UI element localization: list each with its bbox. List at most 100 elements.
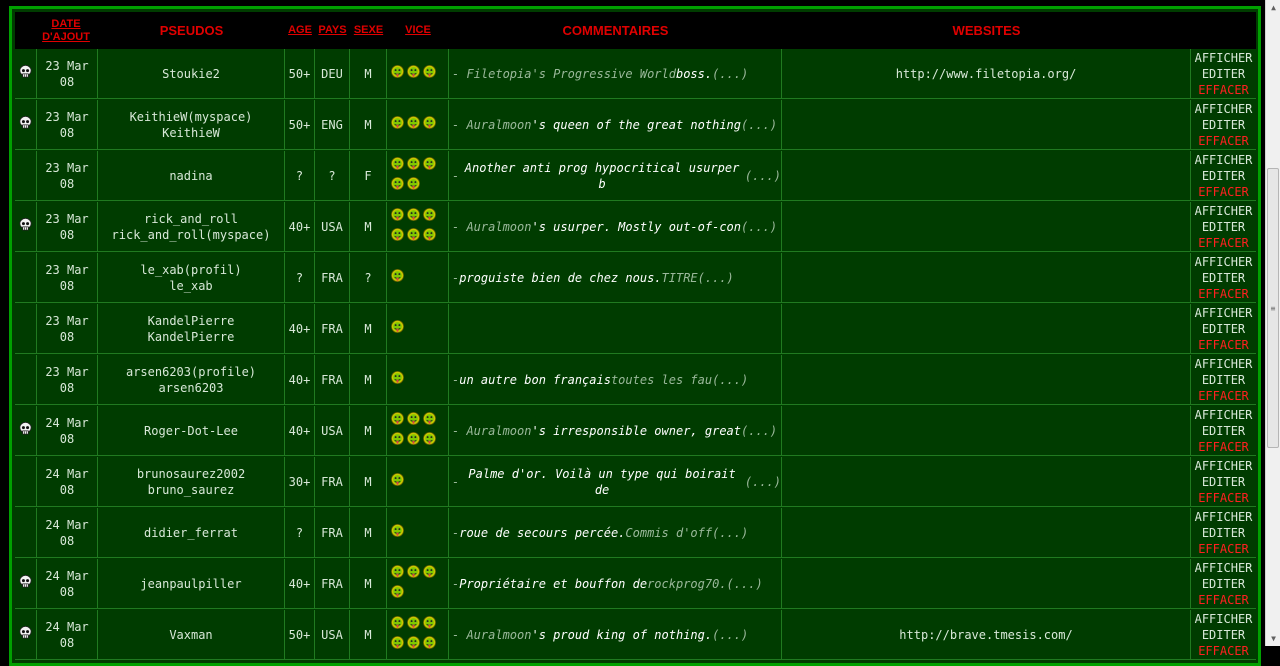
editer-link[interactable]: EDITER bbox=[1202, 474, 1245, 490]
effacer-link[interactable]: EFFACER bbox=[1198, 592, 1249, 608]
skull-cell bbox=[15, 559, 37, 609]
editer-link[interactable]: EDITER bbox=[1202, 168, 1245, 184]
pseudo-secondary: KandelPierre bbox=[147, 329, 235, 344]
vice-smiley-icon bbox=[390, 227, 405, 246]
website-link[interactable]: http://brave.tmesis.com/ bbox=[899, 627, 1072, 643]
sexe-cell: M bbox=[350, 355, 387, 405]
vice-smiley-icon bbox=[406, 156, 421, 175]
skull-cell bbox=[15, 508, 37, 558]
vice-smiley-icon bbox=[422, 64, 437, 83]
sexe-cell: M bbox=[350, 559, 387, 609]
effacer-link[interactable]: EFFACER bbox=[1198, 490, 1249, 506]
comment-cell: - Propriétaire et bouffon de rockprog70.… bbox=[449, 559, 782, 609]
header-age[interactable]: AGE bbox=[285, 12, 315, 49]
table-row: 24 Mar 08 jeanpaulpiller 40+ FRA M - Propriéta… bbox=[15, 559, 1256, 610]
effacer-link[interactable]: EFFACER bbox=[1198, 82, 1249, 98]
date-cell: 23 Mar 08 bbox=[37, 253, 98, 303]
afficher-link[interactable]: AFFICHER bbox=[1195, 203, 1253, 219]
effacer-link[interactable]: EFFACER bbox=[1198, 337, 1249, 353]
comment-more[interactable]: rockprog70.(...) bbox=[647, 576, 763, 592]
editer-link[interactable]: EDITER bbox=[1202, 576, 1245, 592]
editer-link[interactable]: EDITER bbox=[1202, 525, 1245, 541]
comment-cell: - Palme d'or. Voilà un type qui boirait … bbox=[449, 457, 782, 507]
pseudo-secondary: rick_and_roll(myspace) bbox=[111, 227, 271, 242]
effacer-link[interactable]: EFFACER bbox=[1198, 643, 1249, 659]
skull-cell bbox=[15, 202, 37, 252]
date-day: 24 Mar bbox=[45, 466, 89, 481]
vice-smiley-icon bbox=[422, 635, 437, 654]
afficher-link[interactable]: AFFICHER bbox=[1195, 611, 1253, 627]
comment-more[interactable]: (...) bbox=[745, 168, 781, 184]
vice-smiley-icon bbox=[406, 64, 421, 83]
comment-text: 's queen of the great nothing bbox=[531, 117, 741, 132]
scroll-thumb[interactable]: ≡ bbox=[1267, 168, 1279, 448]
vice-smiley-icon bbox=[406, 176, 421, 195]
effacer-link[interactable]: EFFACER bbox=[1198, 235, 1249, 251]
pseudo-cell: Stoukie2 bbox=[98, 49, 285, 99]
comment-cell: - Auralmoon's usurper. Mostly out-of-con… bbox=[449, 202, 782, 252]
effacer-link[interactable]: EFFACER bbox=[1198, 439, 1249, 455]
website-link[interactable]: http://www.filetopia.org/ bbox=[896, 66, 1077, 82]
editer-link[interactable]: EDITER bbox=[1202, 321, 1245, 337]
comment-more[interactable]: TITRE(...) bbox=[662, 270, 734, 286]
pseudo-primary: Roger-Dot-Lee bbox=[144, 423, 238, 438]
scroll-down-arrow-icon[interactable]: ▼ bbox=[1266, 631, 1280, 646]
comment-text: Another anti prog hypocritical usurper b bbox=[464, 160, 740, 191]
editer-link[interactable]: EDITER bbox=[1202, 270, 1245, 286]
comment-more[interactable]: (...) bbox=[741, 423, 777, 439]
vice-cell bbox=[387, 355, 449, 405]
scroll-up-arrow-icon[interactable]: ▲ bbox=[1266, 0, 1280, 15]
comment-text: proguiste bien de chez nous. bbox=[459, 270, 662, 285]
table-row: 23 Mar 08 Stoukie2 50+ DEU M - Filetopia's Pro… bbox=[15, 49, 1256, 100]
age-cell: ? bbox=[285, 508, 315, 558]
afficher-link[interactable]: AFFICHER bbox=[1195, 458, 1253, 474]
afficher-link[interactable]: AFFICHER bbox=[1195, 50, 1253, 66]
editer-link[interactable]: EDITER bbox=[1202, 423, 1245, 439]
date-cell: 23 Mar 08 bbox=[37, 355, 98, 405]
comment-more[interactable]: (...) bbox=[712, 627, 748, 643]
comment-text: 's proud king of nothing. bbox=[531, 627, 713, 642]
sexe-cell: M bbox=[350, 406, 387, 456]
pseudo-primary: arsen6203(profile) bbox=[125, 364, 257, 379]
comment-more[interactable]: (...) bbox=[712, 66, 748, 82]
afficher-link[interactable]: AFFICHER bbox=[1195, 560, 1253, 576]
afficher-link[interactable]: AFFICHER bbox=[1195, 101, 1253, 117]
effacer-link[interactable]: EFFACER bbox=[1198, 541, 1249, 557]
header-vice[interactable]: VICE bbox=[387, 12, 449, 49]
editer-link[interactable]: EDITER bbox=[1202, 627, 1245, 643]
editer-link[interactable]: EDITER bbox=[1202, 219, 1245, 235]
comment-more[interactable]: (...) bbox=[745, 474, 781, 490]
comment-more[interactable]: toutes les fau(...) bbox=[611, 372, 748, 388]
effacer-link[interactable]: EFFACER bbox=[1198, 133, 1249, 149]
pseudo-cell: Vaxman bbox=[98, 610, 285, 660]
editer-link[interactable]: EDITER bbox=[1202, 372, 1245, 388]
afficher-link[interactable]: AFFICHER bbox=[1195, 152, 1253, 168]
editer-link[interactable]: EDITER bbox=[1202, 66, 1245, 82]
comment-more[interactable]: Commis d'off(...) bbox=[625, 525, 748, 541]
skull-cell bbox=[15, 406, 37, 456]
date-cell: 23 Mar 08 bbox=[37, 202, 98, 252]
sexe-cell: M bbox=[350, 100, 387, 150]
header-pays[interactable]: PAYS bbox=[315, 12, 350, 49]
vice-cell bbox=[387, 49, 449, 99]
effacer-link[interactable]: EFFACER bbox=[1198, 388, 1249, 404]
comment-more[interactable]: (...) bbox=[741, 117, 777, 133]
afficher-link[interactable]: AFFICHER bbox=[1195, 509, 1253, 525]
header-sexe[interactable]: SEXE bbox=[350, 12, 387, 49]
vice-smiley-icon bbox=[406, 207, 421, 226]
header-date[interactable]: DATE D'AJOUT bbox=[37, 12, 95, 49]
vertical-scrollbar[interactable]: ▲ ≡ ▼ bbox=[1265, 0, 1280, 646]
effacer-link[interactable]: EFFACER bbox=[1198, 184, 1249, 200]
comment-more[interactable]: (...) bbox=[741, 219, 777, 235]
afficher-link[interactable]: AFFICHER bbox=[1195, 356, 1253, 372]
effacer-link[interactable]: EFFACER bbox=[1198, 286, 1249, 302]
afficher-link[interactable]: AFFICHER bbox=[1195, 305, 1253, 321]
afficher-link[interactable]: AFFICHER bbox=[1195, 407, 1253, 423]
pseudo-secondary: KeithieW bbox=[162, 125, 220, 140]
comment-cell: - proguiste bien de chez nous. TITRE(...… bbox=[449, 253, 782, 303]
header-commentaires: COMMENTAIRES bbox=[562, 23, 669, 38]
afficher-link[interactable]: AFFICHER bbox=[1195, 254, 1253, 270]
pseudo-primary: rick_and_roll bbox=[144, 211, 238, 226]
vice-smiley-icon bbox=[406, 615, 421, 634]
editer-link[interactable]: EDITER bbox=[1202, 117, 1245, 133]
